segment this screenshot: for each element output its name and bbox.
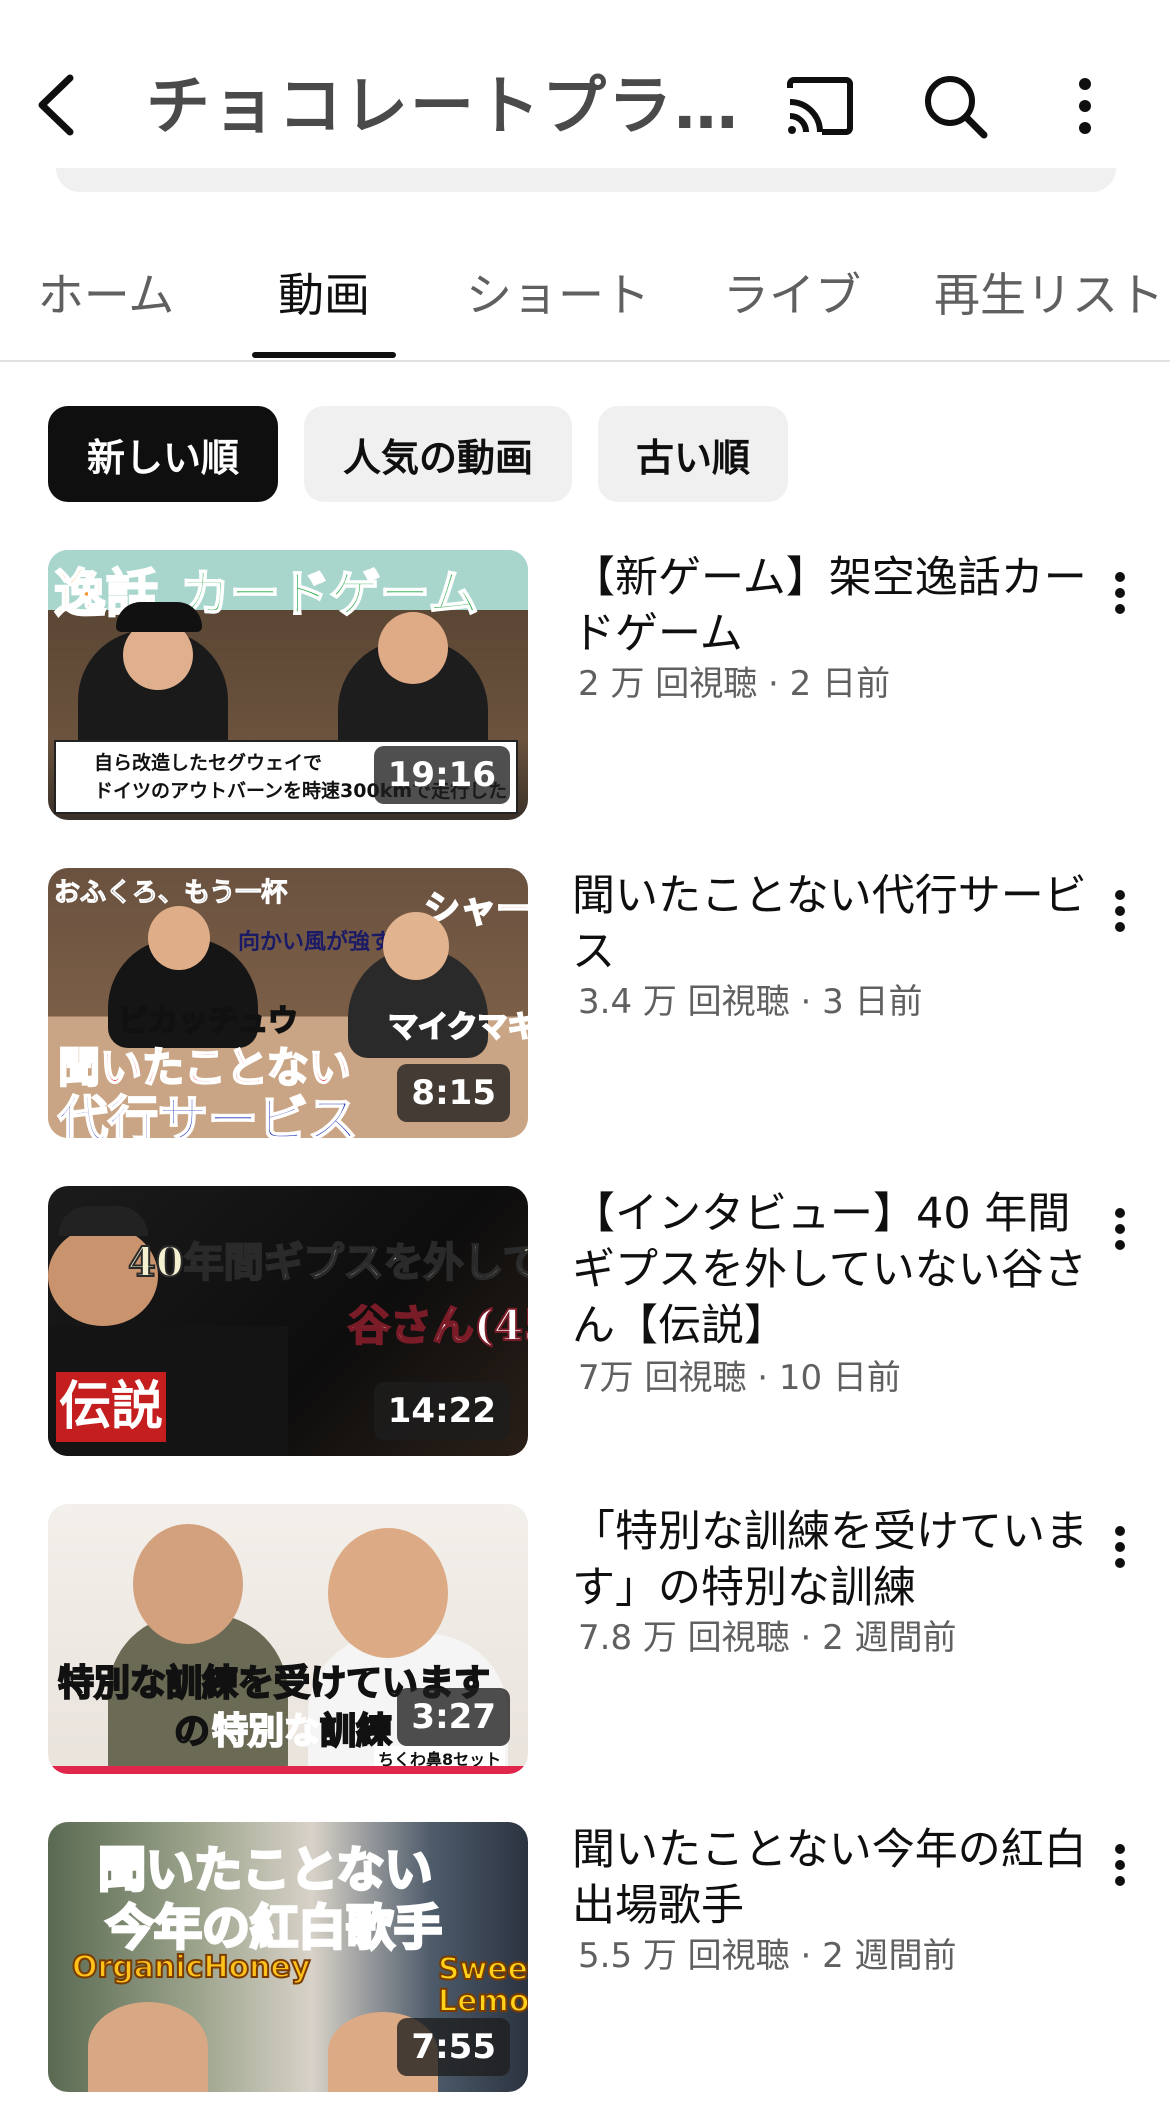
cast-icon (787, 77, 853, 135)
tab-videos[interactable]: 動画 (252, 260, 396, 330)
video-thumbnail[interactable]: 逸話 カードゲーム 自ら改造したセグウェイで ドイツのアウトバーンを時速300k… (48, 550, 528, 820)
thumbnail-text: 40年間ギプスを外していない (127, 1238, 528, 1287)
video-menu-button[interactable] (1100, 1512, 1140, 1582)
thumbnail-text: Sweet (437, 1951, 528, 1988)
more-vert-icon (1115, 1208, 1125, 1250)
tab-home[interactable]: ホーム (36, 260, 176, 330)
chip-popular[interactable]: 人気の動画 (304, 406, 572, 502)
video-meta: 3.4 万 回視聴 · 3 日前 (578, 982, 923, 1022)
video-item[interactable]: おふくろ、もう一杯 シャー 向かい風が強すぎて ピカッチュウ マイクマキ 聞いた… (0, 868, 1170, 1158)
video-title[interactable]: 聞いたことない代行サービス (572, 868, 1092, 980)
thumbnail-text: 代行サービス (57, 1090, 359, 1138)
tab-shorts[interactable]: ショート (466, 260, 650, 330)
video-title[interactable]: 「特別な訓練を受けています」の特別な訓練 (572, 1504, 1092, 1616)
chip-oldest[interactable]: 古い順 (598, 406, 788, 502)
thumbnail-text: OrganicHoney (71, 1949, 311, 1986)
thumbnail-text: 谷さん(45) (347, 1300, 528, 1351)
cast-button[interactable] (780, 66, 860, 146)
chip-newest[interactable]: 新しい順 (48, 406, 278, 502)
more-vert-icon (1115, 1844, 1125, 1886)
thumbnail-text: マイクマキ (387, 1009, 528, 1046)
video-thumbnail[interactable]: おふくろ、もう一杯 シャー 向かい風が強すぎて ピカッチュウ マイクマキ 聞いた… (48, 868, 528, 1138)
video-title[interactable]: 【インタビュー】40 年間ギプスを外していない谷さん【伝説】 (572, 1186, 1092, 1354)
tab-playlists[interactable]: 再生リスト (934, 260, 1170, 330)
video-item[interactable]: 40年間ギプスを外していない 谷さん(45) 伝説 14:22 【インタビュー】… (0, 1186, 1170, 1476)
channel-tabs: ホーム 動画 ショート ライブ 再生リスト (0, 230, 1170, 362)
video-menu-button[interactable] (1100, 876, 1140, 946)
video-menu-button[interactable] (1100, 1194, 1140, 1264)
thumbnail-text: Lemon (437, 1983, 528, 2020)
thumbnail-text: 特別な (211, 1710, 321, 1753)
duration-badge: 3:27 (397, 1688, 510, 1746)
video-item[interactable]: 特別な訓練を受けています の 特別な 訓練 ちくわ鼻8セット 3:27 「特別な… (0, 1504, 1170, 1794)
video-meta: 5.5 万 回視聴 · 2 週間前 (578, 1936, 957, 1976)
video-meta: 7.8 万 回視聴 · 2 週間前 (578, 1618, 957, 1658)
video-thumbnail[interactable]: 聞いたことない 今年の紅白歌手 OrganicHoney Sweet Lemon… (48, 1822, 528, 2092)
back-arrow-icon (38, 74, 74, 136)
thumbnail-text: の (173, 1710, 211, 1753)
video-item[interactable]: 逸話 カードゲーム 自ら改造したセグウェイで ドイツのアウトバーンを時速300k… (0, 550, 1170, 840)
watch-progress-bar (48, 1766, 528, 1774)
video-menu-button[interactable] (1100, 558, 1140, 628)
channel-title: チョコレートプラ… (146, 70, 736, 144)
more-options-button[interactable] (1055, 66, 1115, 146)
thumbnail-text: 今年の紅白歌手 (104, 1899, 443, 1958)
video-menu-button[interactable] (1100, 1830, 1140, 1900)
duration-badge: 8:15 (397, 1064, 510, 1122)
video-title[interactable]: 聞いたことない今年の紅白出場歌手 (572, 1822, 1092, 1934)
thumbnail-text: カードゲーム (179, 564, 479, 624)
top-app-bar: チョコレートプラ… (0, 0, 1170, 200)
video-meta: 2 万 回視聴 · 2 日前 (578, 664, 891, 704)
video-thumbnail[interactable]: 特別な訓練を受けています の 特別な 訓練 ちくわ鼻8セット 3:27 (48, 1504, 528, 1774)
video-thumbnail[interactable]: 40年間ギプスを外していない 谷さん(45) 伝説 14:22 (48, 1186, 528, 1456)
more-vert-icon (1115, 890, 1125, 932)
thumbnail-text: 伝説 (56, 1372, 166, 1442)
video-meta: 7万 回視聴 · 10 日前 (578, 1358, 901, 1398)
collapsed-banner-edge (56, 168, 1116, 192)
tab-live[interactable]: ライブ (722, 260, 862, 330)
search-button[interactable] (915, 66, 995, 146)
more-vert-icon (1115, 1526, 1125, 1568)
video-title[interactable]: 【新ゲーム】架空逸話カードゲーム (572, 550, 1092, 662)
more-vert-icon (1115, 572, 1125, 614)
video-item[interactable]: 聞いたことない 今年の紅白歌手 OrganicHoney Sweet Lemon… (0, 1822, 1170, 2112)
thumbnail-text: おふくろ、もう一杯 (53, 878, 288, 909)
back-button[interactable] (20, 60, 92, 150)
duration-badge: 14:22 (373, 1382, 510, 1440)
thumbnail-caption: 自ら改造したセグウェイで (94, 752, 323, 774)
more-vert-icon (1079, 78, 1091, 134)
duration-badge: 7:55 (397, 2018, 510, 2076)
active-tab-indicator (252, 352, 396, 358)
duration-badge: 19:16 (373, 746, 510, 804)
search-icon (925, 76, 988, 139)
